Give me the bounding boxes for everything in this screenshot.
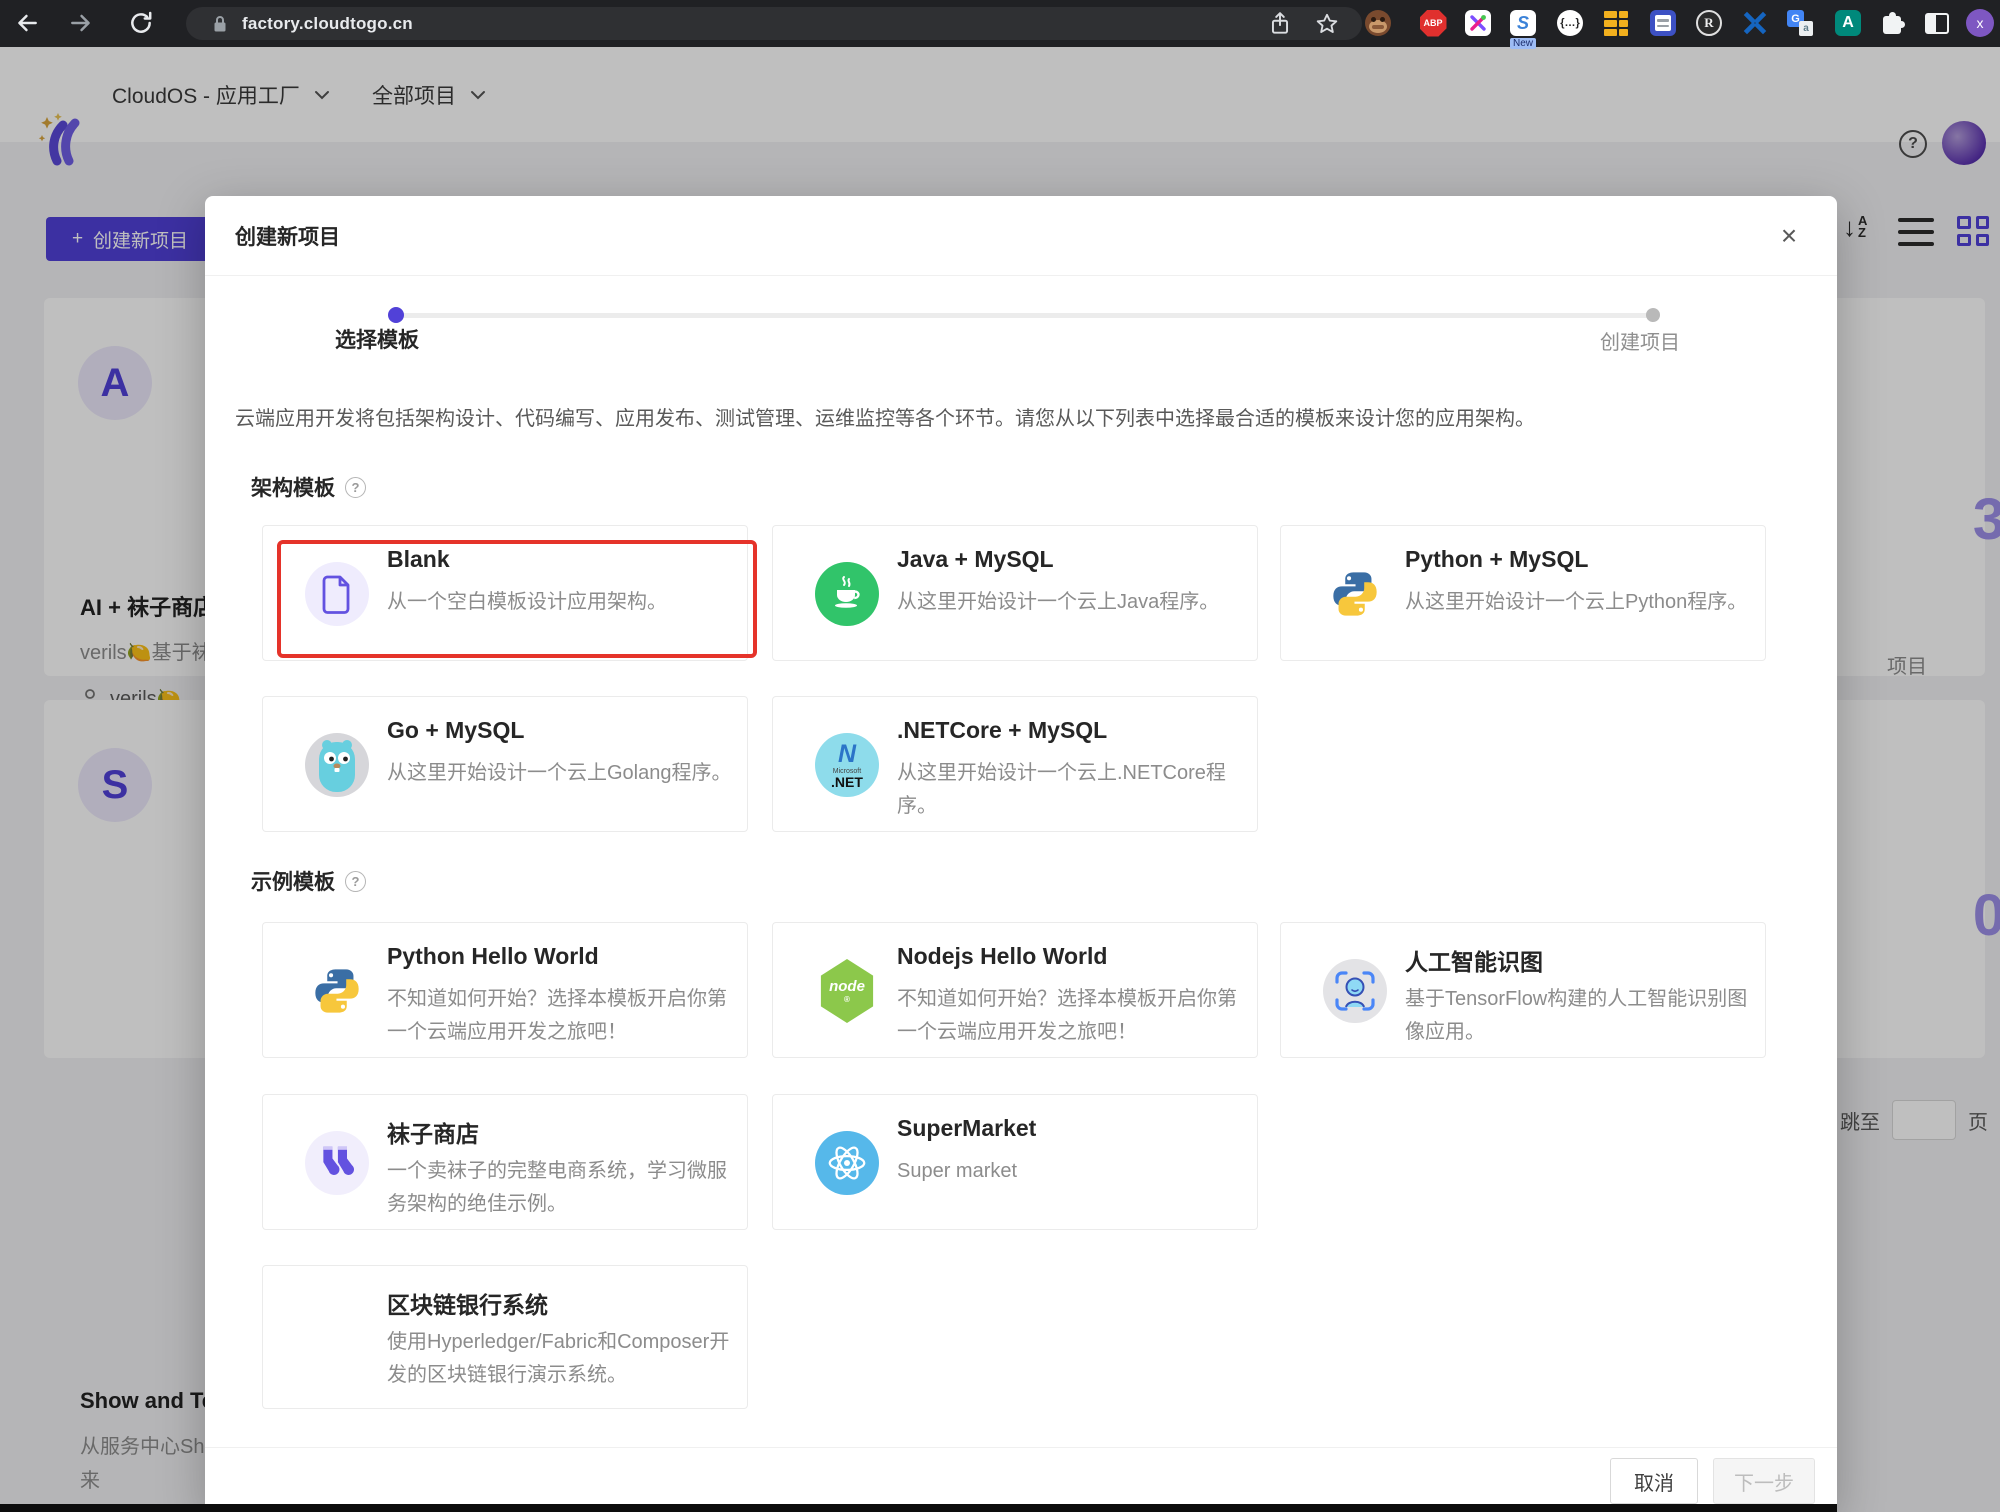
react-icon <box>815 1131 879 1195</box>
tampermonkey-icon[interactable] <box>1364 9 1392 37</box>
stepper-dot-inactive <box>1646 308 1660 322</box>
stepper-track <box>396 313 1653 318</box>
modal-title: 创建新项目 <box>235 196 340 276</box>
address-bar[interactable]: factory.cloudtogo.cn <box>186 7 1362 40</box>
template-card-netcore-mysql[interactable]: N Microsoft .NET .NETCore + MySQL 从这里开始设… <box>772 696 1258 832</box>
python-icon <box>305 959 369 1023</box>
template-card-go-mysql[interactable]: Go + MySQL 从这里开始设计一个云上Golang程序。 <box>262 696 748 832</box>
go-gopher-icon <box>305 733 369 797</box>
template-card-blank[interactable]: Blank 从一个空白模板设计应用架构。 <box>262 525 748 661</box>
step-label-create-project: 创建项目 <box>1600 326 1680 355</box>
profile-x-icon[interactable]: x <box>1966 9 1994 37</box>
screen: factory.cloudtogo.cn ABP S New <box>0 0 2000 1512</box>
lock-icon <box>212 14 228 34</box>
r-circle-icon[interactable]: R <box>1695 9 1723 37</box>
blue-x-icon[interactable] <box>1741 9 1769 37</box>
bookmark-star-icon[interactable] <box>1314 11 1340 37</box>
stepper-dot-active <box>388 307 404 323</box>
sidebar-toggle-icon[interactable] <box>1923 9 1951 37</box>
url-text: factory.cloudtogo.cn <box>242 14 413 34</box>
back-icon[interactable] <box>14 10 40 36</box>
template-card-nodejs-hello-world[interactable]: node® Nodejs Hello World 不知道如何开始？选择本模板开启… <box>772 922 1258 1058</box>
window-bottom-edge <box>0 1504 1837 1512</box>
x-extension-icon[interactable] <box>1464 9 1492 37</box>
nodejs-icon: node® <box>815 959 879 1023</box>
a-extension-icon[interactable]: A <box>1834 9 1862 37</box>
reload-icon[interactable] <box>128 10 154 36</box>
adblock-plus-icon[interactable]: ABP <box>1419 9 1447 37</box>
template-card-java-mysql[interactable]: Java + MySQL 从这里开始设计一个云上Java程序。 <box>772 525 1258 661</box>
bricks-icon[interactable] <box>1602 9 1630 37</box>
template-card-socks-shop[interactable]: 袜子商店 一个卖袜子的完整电商系统，学习微服务架构的绝佳示例。 <box>262 1094 748 1230</box>
notes-icon[interactable] <box>1649 9 1677 37</box>
puzzle-icon[interactable] <box>1880 9 1908 37</box>
java-icon <box>815 562 879 626</box>
new-badge: New <box>1509 33 1537 51</box>
section-sample-templates: 示例模板 ? <box>251 866 366 896</box>
forward-icon[interactable] <box>68 10 94 36</box>
modal-footer-divider <box>205 1447 1837 1448</box>
next-step-button[interactable]: 下一步 <box>1713 1458 1815 1504</box>
translate-icon[interactable]: G a <box>1786 9 1814 37</box>
ai-vision-icon <box>1323 959 1387 1023</box>
code-braces-icon[interactable]: {…} <box>1556 9 1584 37</box>
blank-document-icon <box>305 562 369 626</box>
share-icon[interactable] <box>1268 11 1292 37</box>
cancel-button[interactable]: 取消 <box>1610 1458 1698 1504</box>
template-card-python-hello-world[interactable]: Python Hello World 不知道如何开始？选择本模板开启你第一个云端… <box>262 922 748 1058</box>
browser-toolbar: factory.cloudtogo.cn ABP S New <box>0 0 2000 47</box>
dotnet-icon: N Microsoft .NET <box>815 733 879 797</box>
modal-header: 创建新项目 × <box>205 196 1837 276</box>
modal-description: 云端应用开发将包括架构设计、代码编写、应用发布、测试管理、运维监控等各个环节。请… <box>235 402 1810 431</box>
socks-icon <box>305 1131 369 1195</box>
step-label-choose-template: 选择模板 <box>335 324 419 354</box>
template-card-supermarket[interactable]: SuperMarket Super market <box>772 1094 1258 1230</box>
template-card-python-mysql[interactable]: Python + MySQL 从这里开始设计一个云上Python程序。 <box>1280 525 1766 661</box>
python-icon <box>1323 562 1387 626</box>
question-mark-icon[interactable]: ? <box>345 477 366 498</box>
template-card-ai-vision[interactable]: 人工智能识图 基于TensorFlow构建的人工智能识别图像应用。 <box>1280 922 1766 1058</box>
create-project-modal: 创建新项目 × 选择模板 创建项目 云端应用开发将包括架构设计、代码编写、应用发… <box>205 196 1837 1512</box>
close-icon[interactable]: × <box>1773 220 1805 252</box>
s-extension-icon[interactable]: S New <box>1509 9 1537 37</box>
template-card-blockchain-bank[interactable]: 区块链银行系统 使用Hyperledger/Fabric和Composer开发的… <box>262 1265 748 1409</box>
section-architecture-templates: 架构模板 ? <box>251 472 366 502</box>
question-mark-icon[interactable]: ? <box>345 871 366 892</box>
